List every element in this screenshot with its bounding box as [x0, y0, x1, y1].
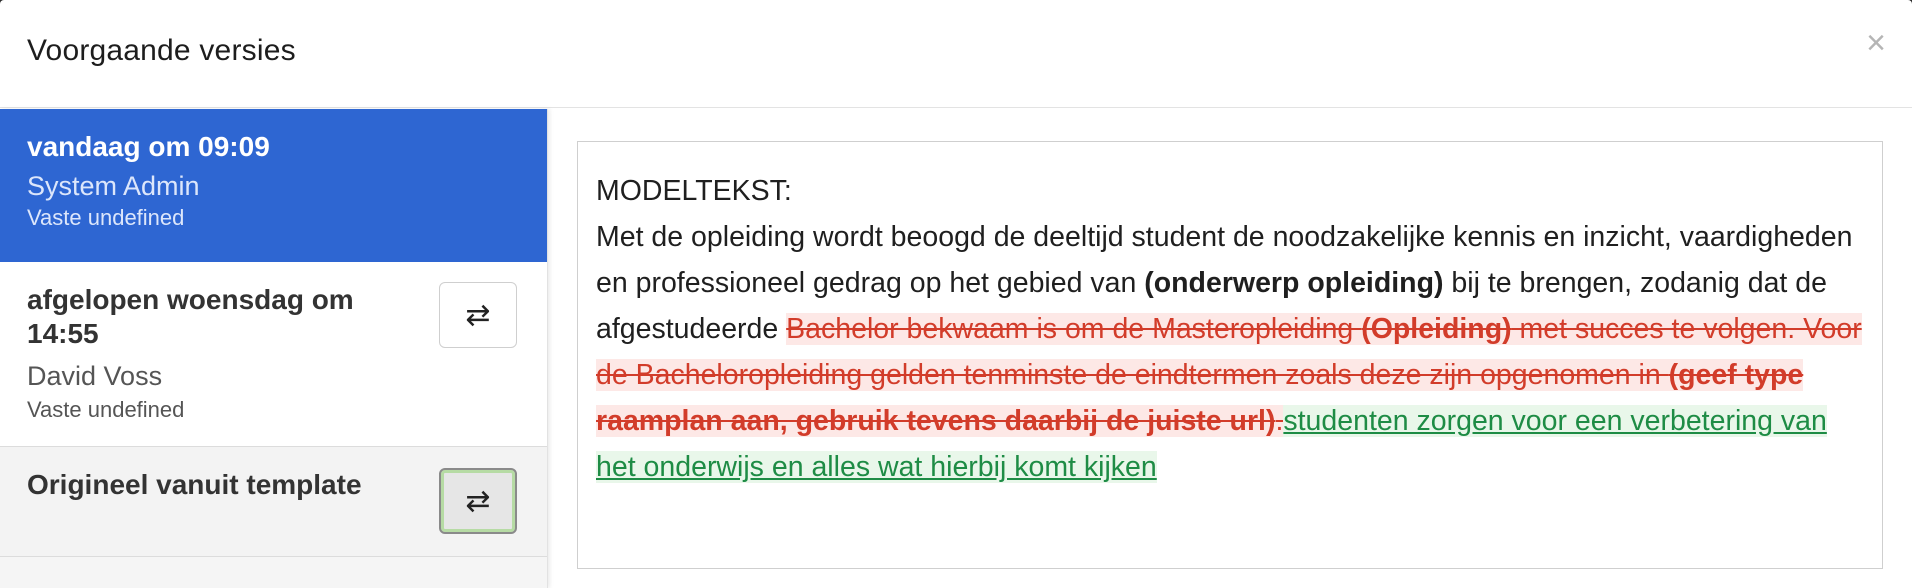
diff-paragraph: Met de opleiding wordt beoogd de deeltij… [596, 214, 1864, 490]
diff-bold-text: (onderwerp opleiding) [1144, 267, 1444, 299]
version-item-current[interactable]: vandaag om 09:09 System Admin Vaste unde… [0, 109, 547, 262]
modal-body: vandaag om 09:09 System Admin Vaste unde… [0, 109, 1912, 588]
diff-view: MODELTEKST: Met de opleiding wordt beoog… [577, 141, 1883, 569]
version-date: afgelopen woensdag om 14:55 [27, 284, 354, 349]
swap-arrows-icon: ⇄ [465, 298, 491, 332]
previous-versions-modal: Voorgaande versies × vandaag om 09:09 Sy… [0, 0, 1912, 588]
compare-button-active[interactable]: ⇄ [439, 468, 517, 534]
deleted-text: Bachelor bekwaam is om de Masteropleidin… [786, 313, 1362, 345]
versions-list: vandaag om 09:09 System Admin Vaste unde… [0, 109, 548, 588]
modal-header: Voorgaande versies × [0, 0, 1912, 108]
deleted-bold-text: (Opleiding) [1361, 313, 1512, 345]
version-item-template[interactable]: Origineel vanuit template ⇄ [0, 447, 547, 557]
diff-heading: MODELTEKST: [596, 175, 792, 207]
close-icon[interactable]: × [1866, 26, 1886, 60]
version-user: System Admin [27, 171, 200, 201]
version-user: David Voss [27, 361, 163, 391]
version-item[interactable]: afgelopen woensdag om 14:55 David Voss V… [0, 262, 547, 447]
deleted-bold-label: (Opleiding) [1361, 313, 1512, 345]
version-type: Vaste undefined [27, 205, 185, 230]
version-date: vandaag om 09:09 [27, 131, 270, 162]
version-type: Vaste undefined [27, 397, 185, 422]
swap-arrows-icon: ⇄ [465, 484, 491, 518]
compare-button[interactable]: ⇄ [439, 282, 517, 348]
modal-title: Voorgaande versies [27, 34, 296, 67]
